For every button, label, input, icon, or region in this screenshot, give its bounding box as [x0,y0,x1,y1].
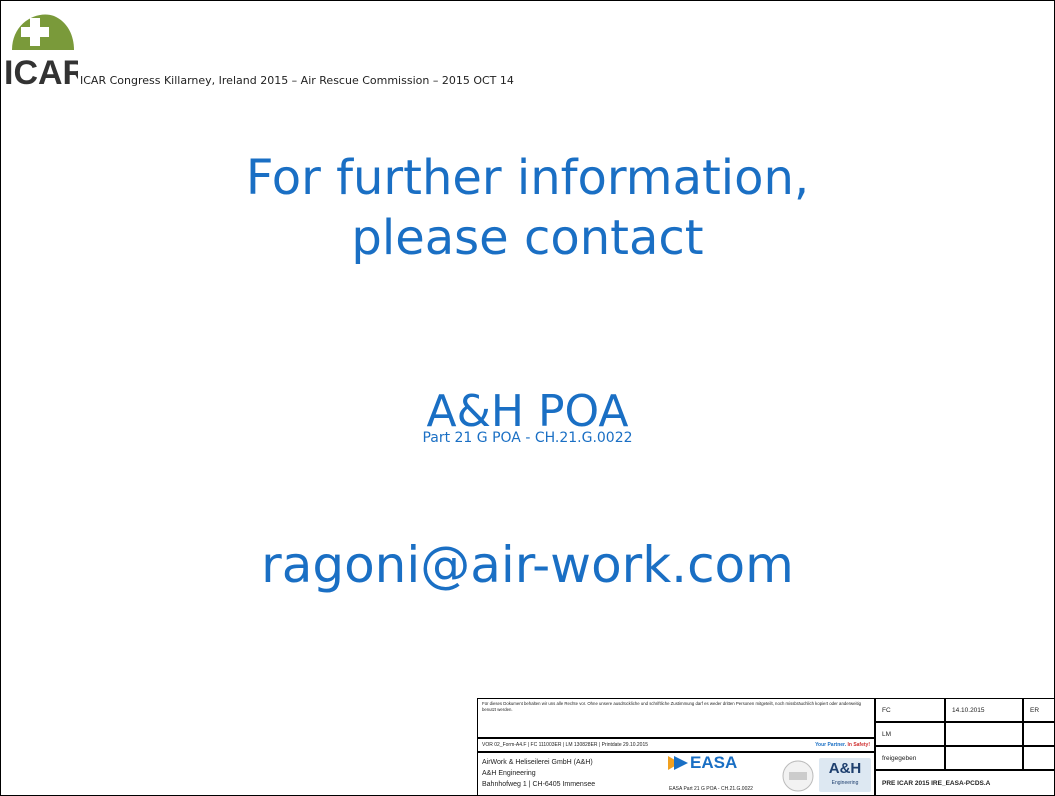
fc-label: FC [875,698,945,722]
legal-notice: Für dieses Dokument behalten wir uns all… [477,698,875,738]
ah-engineering-logo: A&H Engineering [819,758,871,792]
svg-text:ICAR: ICAR [4,54,78,88]
easa-flag-icon [668,756,688,770]
freigegeben-date [945,746,1023,770]
page-title: For further information, please contact [0,148,1055,268]
fc-date: 14.10.2015 [945,698,1023,722]
freigegeben-initials [1023,746,1055,770]
form-line-cell: VOR 02_Form-A4.F | FC 111003ER | LM 1308… [477,738,875,752]
header-text: ICAR Congress Killarney, Ireland 2015 – … [80,74,514,87]
contact-email[interactable]: ragoni@air-work.com [0,535,1055,595]
company-approval: Part 21 G POA - CH.21.G.0022 [422,430,633,446]
easa-logo: EASA [690,753,738,772]
lm-date [945,722,1023,746]
title-line-2: please contact [351,210,704,266]
icar-logo: ICAR [4,14,78,88]
slogan: Your Partner. In Safety! [815,742,870,748]
document-id: PRE ICAR 2015 IRE_EASA-PCDS.A [875,770,1055,796]
form-line: VOR 02_Form-A4.F | FC 111003ER | LM 1308… [482,742,649,748]
lm-label: LM [875,722,945,746]
address-cell: AirWork & Heliseilerei GmbH (A&H) A&H En… [477,752,875,796]
freigegeben-label: freigegeben [875,746,945,770]
certification-seal-icon [782,760,814,792]
title-line-1: For further information, [245,150,810,206]
fc-initials: ER [1023,698,1055,722]
title-block: Für dieses Dokument behalten wir uns all… [477,698,1055,796]
easa-ref: EASA Part 21 G POA - CH.21.G.0022 [669,786,753,792]
lm-initials [1023,722,1055,746]
